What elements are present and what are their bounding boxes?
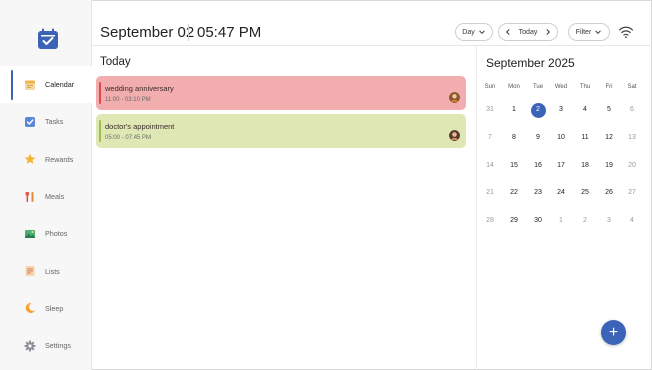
calendar-day[interactable]: 20: [620, 159, 644, 173]
header-divider: [188, 24, 189, 41]
event-card[interactable]: doctor's appointment 05:00 - 07:45 PM: [96, 114, 466, 148]
add-event-button[interactable]: +: [601, 320, 626, 345]
calendar-day[interactable]: 18: [573, 159, 597, 173]
calendar-day[interactable]: 30: [526, 214, 550, 228]
calendar-day[interactable]: 1: [549, 214, 573, 228]
sidebar-item-label: Meals: [45, 192, 65, 202]
avatar: [449, 130, 460, 141]
app-logo-icon: [38, 28, 58, 49]
sidebar-item-label: Settings: [45, 341, 71, 351]
sidebar-item-settings[interactable]: Settings: [0, 327, 92, 364]
calendar-day[interactable]: 28: [478, 214, 502, 228]
calendar-day[interactable]: 6: [620, 103, 644, 117]
calendar-day[interactable]: 16: [526, 159, 550, 173]
calendar-day[interactable]: 27: [620, 186, 644, 200]
calendar-day[interactable]: 3: [597, 214, 621, 228]
weekday-label: Thu: [579, 84, 591, 90]
weekday-label: Sat: [627, 84, 637, 90]
calendar-day[interactable]: 29: [502, 214, 526, 228]
calendar-day[interactable]: 31: [478, 103, 502, 117]
utensils-icon: [24, 191, 36, 203]
calendar-day[interactable]: 12: [597, 131, 621, 145]
calendar-icon: [24, 79, 36, 91]
calendar-month-title: September 2025: [486, 56, 575, 70]
calendar-day[interactable]: 13: [620, 131, 644, 145]
calendar-day[interactable]: 1: [502, 103, 526, 117]
event-card[interactable]: wedding anniversary 11:00 - 03:10 PM: [96, 76, 466, 110]
view-select[interactable]: Day: [455, 23, 493, 41]
calendar-day[interactable]: 8: [502, 131, 526, 145]
header-time: 05:47 PM: [197, 24, 262, 41]
photo-icon: [24, 228, 36, 240]
weekday-label: Wed: [554, 84, 568, 90]
calendar-day[interactable]: 23: [526, 186, 550, 200]
event-time: 05:00 - 07:45 PM: [105, 135, 152, 141]
calendar-day[interactable]: 19: [597, 159, 621, 173]
gear-icon: [24, 340, 36, 352]
weekday-label: Sun: [484, 84, 496, 90]
sidebar-item-lists[interactable]: Lists: [0, 252, 92, 289]
star-icon: [24, 153, 36, 165]
calendar-day[interactable]: 5: [597, 103, 621, 117]
sidebar-item-label: Photos: [45, 229, 68, 239]
event-time: 11:00 - 03:10 PM: [105, 97, 151, 103]
sidebar-item-tasks[interactable]: Tasks: [0, 103, 92, 140]
calendar-day[interactable]: 24: [549, 186, 573, 200]
calendar-day[interactable]: 21: [478, 186, 502, 200]
sidebar-item-calendar[interactable]: Calendar: [0, 66, 92, 104]
filter-button[interactable]: Filter: [568, 23, 610, 41]
calendar-day[interactable]: 4: [620, 214, 644, 228]
chevron-down-icon: [478, 30, 485, 35]
sidebar-item-photos[interactable]: Photos: [0, 215, 92, 252]
wifi-icon: [618, 26, 634, 39]
sidebar-nav: Calendar Tasks Rewards Meals Photos List…: [0, 66, 92, 364]
date-navigator: Today: [498, 23, 558, 41]
calendar-day[interactable]: 17: [549, 159, 573, 173]
calendar-day[interactable]: 9: [526, 131, 550, 145]
weekday-label: Mon: [508, 84, 520, 90]
sidebar: Calendar Tasks Rewards Meals Photos List…: [0, 0, 92, 370]
calendar-day[interactable]: 11: [573, 131, 597, 145]
sidebar-item-sleep[interactable]: Sleep: [0, 290, 92, 327]
sidebar-item-label: Sleep: [45, 303, 64, 313]
calendar-day[interactable]: 22: [502, 186, 526, 200]
sidebar-item-label: Rewards: [45, 154, 74, 164]
sidebar-item-label: Tasks: [45, 117, 64, 127]
chevron-right-icon[interactable]: [544, 28, 552, 36]
event-accent-bar: [99, 82, 101, 104]
today-button[interactable]: Today: [519, 29, 538, 36]
view-select-label: Day: [462, 28, 475, 36]
weekday-label: Tue: [532, 84, 544, 90]
header-date: September 02: [100, 24, 195, 41]
sidebar-item-meals[interactable]: Meals: [0, 178, 92, 215]
sidebar-item-rewards[interactable]: Rewards: [0, 141, 92, 178]
list-icon: [24, 265, 36, 277]
chevron-left-icon[interactable]: [504, 28, 512, 36]
top-header: September 02 05:47 PM Day Today Filter: [92, 0, 652, 46]
event-title: wedding anniversary: [105, 84, 174, 93]
sidebar-item-label: Lists: [45, 266, 60, 276]
calendar-day[interactable]: 14: [478, 159, 502, 173]
calendar-day[interactable]: 26: [597, 186, 621, 200]
calendar-day[interactable]: 25: [573, 186, 597, 200]
filter-label: Filter: [575, 28, 592, 36]
calendar-day[interactable]: 3: [549, 103, 573, 117]
calendar-day-selected[interactable]: 2: [526, 103, 550, 117]
avatar: [449, 92, 460, 103]
event-title: doctor's appointment: [105, 122, 175, 131]
calendar-day[interactable]: 15: [502, 159, 526, 173]
weekday-label: Fri: [605, 84, 613, 90]
sidebar-item-label: Calendar: [45, 80, 75, 90]
event-accent-bar: [99, 120, 101, 142]
calendar-day[interactable]: 4: [573, 103, 597, 117]
checkbox-icon: [24, 116, 36, 128]
calendar-day[interactable]: 2: [573, 214, 597, 228]
moon-icon: [24, 302, 36, 314]
today-heading: Today: [100, 56, 131, 68]
calendar-day[interactable]: 10: [549, 131, 573, 145]
calendar-day[interactable]: 7: [478, 131, 502, 145]
chevron-down-icon: [595, 30, 602, 35]
calendar-divider: [476, 46, 477, 370]
